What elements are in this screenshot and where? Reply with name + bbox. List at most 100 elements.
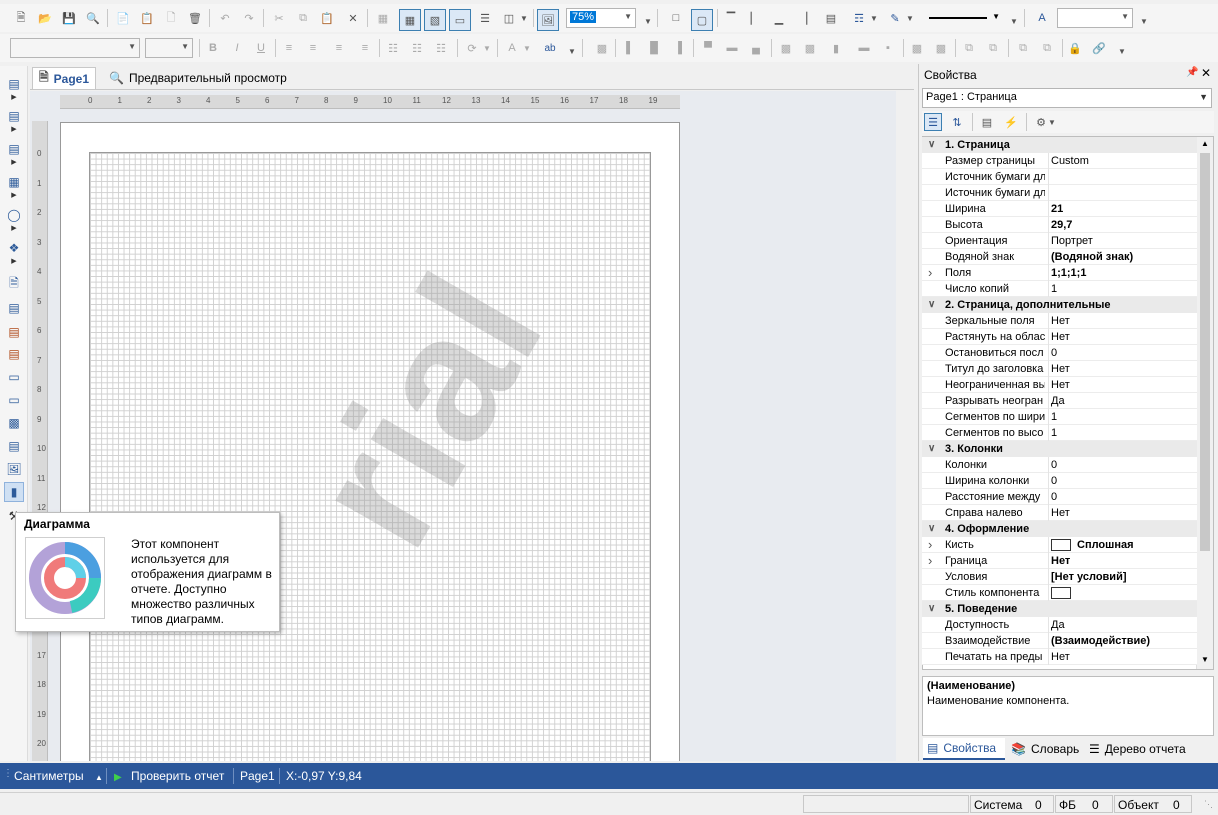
align-middles-icon[interactable]: ▬ — [723, 39, 741, 57]
events-icon[interactable]: ⚡ — [1002, 113, 1020, 131]
property-row[interactable]: Справа налево Нет — [922, 505, 1197, 521]
property-row[interactable]: Водяной знак (Водяной знак) — [922, 249, 1197, 265]
property-row[interactable]: Расстояние между 0 — [922, 489, 1197, 505]
bring-forward-icon[interactable]: ▩ — [932, 39, 950, 57]
align-to-grid-icon[interactable]: ▧ — [424, 9, 446, 31]
copy-icon[interactable]: ⧉ — [294, 9, 312, 27]
property-value[interactable]: Нет — [1048, 553, 1196, 569]
close-icon[interactable]: ✕ — [1201, 66, 1211, 80]
property-value[interactable]: 1 — [1048, 409, 1196, 425]
text-label-icon[interactable]: ▤ — [4, 344, 24, 364]
property-category[interactable]: ∨ 2. Страница, дополнительные — [922, 297, 1197, 313]
property-row[interactable]: Разрывать неогран Да — [922, 393, 1197, 409]
property-value[interactable]: Сплошная — [1048, 537, 1196, 553]
shadow-icon[interactable]: ▤ — [822, 9, 840, 27]
property-value[interactable]: 0 — [1048, 473, 1196, 489]
property-value[interactable]: Портрет — [1048, 233, 1196, 249]
overflow-icon[interactable]: ▼ — [566, 42, 578, 60]
property-row[interactable]: Сегментов по шири 1 — [922, 409, 1197, 425]
overflow-icon[interactable]: ▼ — [1116, 42, 1128, 60]
property-category[interactable]: ∨ 5. Поведение — [922, 601, 1197, 617]
align-to-grid-small-icon[interactable]: ▩ — [593, 39, 611, 57]
border-top-icon[interactable]: ▔ — [722, 9, 740, 27]
size-to-grid-icon[interactable]: ▩ — [908, 39, 926, 57]
collapse-icon[interactable]: ∨ — [928, 601, 940, 617]
property-row[interactable]: › Граница Нет — [922, 553, 1197, 569]
report-page[interactable]: rial — [60, 122, 680, 761]
preview-icon[interactable]: 🔍 — [84, 9, 102, 27]
layout-icon[interactable]: ◫ — [500, 9, 518, 27]
property-value[interactable]: Нет — [1048, 361, 1196, 377]
collapse-icon[interactable]: ∨ — [928, 441, 940, 457]
rotate-icon[interactable]: ⟳ — [463, 39, 481, 57]
shapes-icon[interactable]: ◯ — [4, 205, 24, 225]
tab-page1[interactable]: 🗎 Page1 — [32, 67, 97, 89]
align-centers-icon[interactable]: █ — [645, 39, 663, 57]
border-none-icon[interactable]: ▢ — [691, 9, 713, 31]
property-value[interactable] — [1048, 585, 1196, 601]
property-row[interactable]: Условия [Нет условий] — [922, 569, 1197, 585]
border-color-icon[interactable]: ✎ — [886, 9, 904, 27]
overflow-icon[interactable]: ▼ — [1008, 12, 1020, 30]
text-component-icon[interactable]: 🗎 — [4, 274, 24, 294]
chevron-down-icon[interactable]: ▼ — [481, 39, 493, 57]
property-row[interactable]: Ширина колонки 0 — [922, 473, 1197, 489]
move-forward-icon[interactable]: ⧉ — [1014, 39, 1032, 57]
object-selector[interactable]: Page1 : Страница ▼ — [922, 88, 1212, 108]
open-folder-icon[interactable]: 📂 — [36, 9, 54, 27]
border-style-select[interactable]: ▼ — [926, 9, 1002, 27]
chevron-right-icon[interactable]: ▶ — [4, 190, 24, 200]
show-grid-icon[interactable]: ▦ — [399, 9, 421, 31]
tab-properties[interactable]: ▤ Свойства — [923, 738, 1005, 760]
chevron-right-icon[interactable]: ▶ — [4, 92, 24, 102]
justify-icon[interactable]: ≡ — [356, 39, 374, 57]
collapse-icon[interactable]: ∨ — [928, 137, 940, 153]
move-backward-icon[interactable]: ⧉ — [1038, 39, 1056, 57]
make-same-height-icon[interactable]: ▬ — [855, 39, 873, 57]
vertical-align-top-icon[interactable]: ☷ — [384, 39, 402, 57]
property-value[interactable]: 1 — [1048, 425, 1196, 441]
highlight-icon[interactable]: ab — [541, 39, 559, 57]
property-row[interactable]: › Поля 1;1;1;1 — [922, 265, 1197, 281]
property-row[interactable]: Остановиться посл 0 — [922, 345, 1197, 361]
property-row[interactable]: › Кисть Сплошная — [922, 537, 1197, 553]
zoom-icon[interactable]: 🖼 — [537, 9, 559, 31]
property-value[interactable]: 0 — [1048, 457, 1196, 473]
bold-icon[interactable]: B — [204, 39, 222, 57]
property-value[interactable]: 1;1;1;1 — [1048, 265, 1196, 281]
property-category[interactable]: ∨ 3. Колонки — [922, 441, 1197, 457]
vertical-align-middle-icon[interactable]: ☷ — [408, 39, 426, 57]
property-value[interactable]: 0 — [1048, 345, 1196, 361]
property-value[interactable]: Да — [1048, 393, 1196, 409]
barcodes-icon[interactable]: ▦ — [4, 172, 24, 192]
property-value[interactable]: 1 — [1048, 281, 1196, 297]
property-value[interactable]: (Взаимодействие) — [1048, 633, 1196, 649]
align-tops-icon[interactable]: ▀ — [699, 39, 717, 57]
categorized-icon[interactable]: ☰ — [924, 113, 942, 131]
property-value[interactable]: Да — [1048, 617, 1196, 633]
tab-preview[interactable]: 🔍 Предварительный просмотр — [103, 67, 293, 89]
align-lefts-icon[interactable]: ▌ — [621, 39, 639, 57]
property-row[interactable]: Число копий 1 — [922, 281, 1197, 297]
border-all-icon[interactable]: □ — [667, 9, 685, 27]
align-left-icon[interactable]: ≡ — [280, 39, 298, 57]
rich-text-icon[interactable]: ▤ — [4, 298, 24, 318]
cut-icon[interactable]: ✂ — [270, 9, 288, 27]
property-category[interactable]: ∨ 1. Страница — [922, 137, 1197, 153]
zoom-select[interactable]: 75% ▼ — [566, 8, 636, 28]
property-row[interactable]: Источник бумаги дл — [922, 185, 1197, 201]
chevron-right-icon[interactable]: ▶ — [4, 157, 24, 167]
tab-report-tree[interactable]: ☰ Дерево отчета — [1087, 738, 1215, 760]
tab-dictionary[interactable]: 📚 Словарь — [1009, 738, 1085, 760]
chevron-right-icon[interactable]: ▶ — [4, 223, 24, 233]
image-icon[interactable]: 🖼 — [4, 459, 24, 479]
property-value[interactable] — [1048, 169, 1196, 185]
font-size-select[interactable]: ▼ — [145, 38, 193, 58]
align-center-icon[interactable]: ≡ — [304, 39, 322, 57]
expand-icon[interactable]: › — [928, 265, 940, 281]
property-value[interactable]: Custom — [1048, 153, 1196, 169]
align-right-icon[interactable]: ≡ — [330, 39, 348, 57]
collapse-icon[interactable]: ∨ — [928, 521, 940, 537]
chevron-right-icon[interactable]: ▶ — [4, 124, 24, 134]
font-name-select[interactable]: ▼ — [10, 38, 140, 58]
